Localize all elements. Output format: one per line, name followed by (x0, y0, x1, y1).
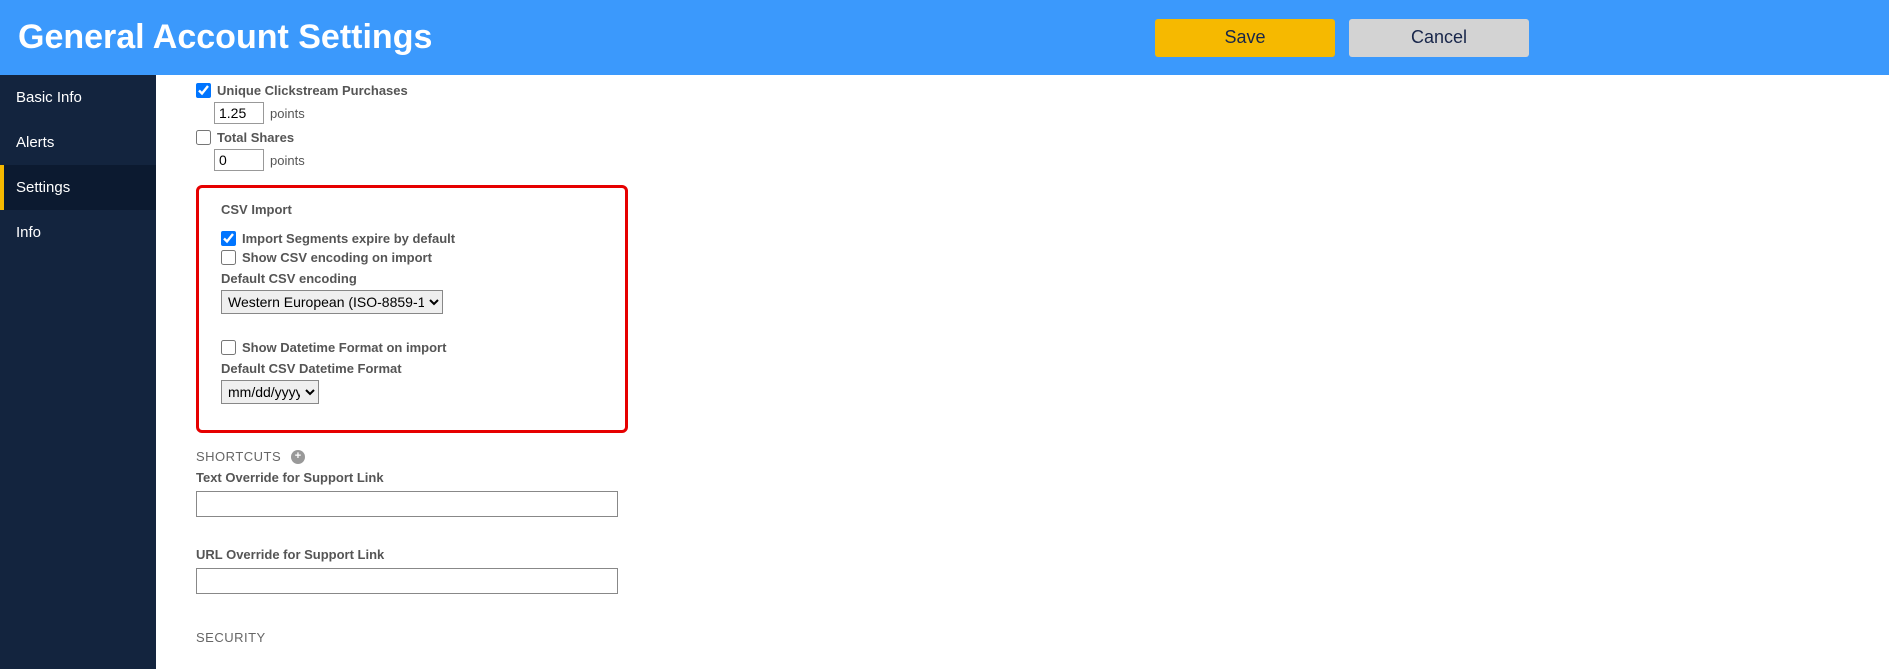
total-shares-points-input[interactable] (214, 149, 264, 171)
show-encoding-checkbox[interactable] (221, 250, 236, 265)
url-override-label: URL Override for Support Link (196, 547, 1889, 562)
show-datetime-checkbox[interactable] (221, 340, 236, 355)
unique-clickstream-points-row: points (214, 102, 1889, 124)
cancel-button[interactable]: Cancel (1349, 19, 1529, 57)
unique-clickstream-points-input[interactable] (214, 102, 264, 124)
show-encoding-label: Show CSV encoding on import (242, 250, 432, 265)
add-shortcut-icon[interactable]: + (291, 450, 305, 464)
total-shares-points-row: points (214, 149, 1889, 171)
total-shares-points-unit: points (270, 153, 305, 168)
show-datetime-label: Show Datetime Format on import (242, 340, 446, 355)
csv-import-panel: CSV Import Import Segments expire by def… (196, 185, 628, 433)
segments-expire-label: Import Segments expire by default (242, 231, 455, 246)
total-shares-label: Total Shares (217, 130, 294, 145)
total-shares-row: Total Shares (196, 130, 1889, 145)
text-override-input[interactable] (196, 491, 618, 517)
total-shares-checkbox[interactable] (196, 130, 211, 145)
body-layout: Basic Info Alerts Settings Info Unique C… (0, 75, 1889, 669)
save-button[interactable]: Save (1155, 19, 1335, 57)
page-header: General Account Settings Save Cancel (0, 0, 1889, 75)
show-datetime-row: Show Datetime Format on import (221, 340, 603, 355)
text-override-label: Text Override for Support Link (196, 470, 1889, 485)
segments-expire-row: Import Segments expire by default (221, 231, 603, 246)
default-encoding-select[interactable]: Western European (ISO-8859-1) (221, 290, 443, 314)
security-title: SECURITY (196, 630, 1889, 645)
unique-clickstream-checkbox[interactable] (196, 83, 211, 98)
sidebar-item-settings[interactable]: Settings (0, 165, 156, 210)
shortcuts-section-header: SHORTCUTS + (196, 449, 1889, 464)
unique-clickstream-label: Unique Clickstream Purchases (217, 83, 408, 98)
default-datetime-select[interactable]: mm/dd/yyyy (221, 380, 319, 404)
segments-expire-checkbox[interactable] (221, 231, 236, 246)
main-content: Unique Clickstream Purchases points Tota… (156, 75, 1889, 669)
sidebar-item-basic-info[interactable]: Basic Info (0, 75, 156, 120)
csv-import-title: CSV Import (221, 202, 603, 217)
sidebar-item-alerts[interactable]: Alerts (0, 120, 156, 165)
default-encoding-label: Default CSV encoding (221, 271, 603, 286)
shortcuts-section: SHORTCUTS + Text Override for Support Li… (196, 449, 1889, 594)
page-title: General Account Settings (18, 18, 432, 57)
default-datetime-label: Default CSV Datetime Format (221, 361, 603, 376)
url-override-input[interactable] (196, 568, 618, 594)
header-actions: Save Cancel (1155, 19, 1529, 57)
sidebar-item-info[interactable]: Info (0, 210, 156, 255)
unique-clickstream-row: Unique Clickstream Purchases (196, 83, 1889, 98)
unique-clickstream-points-unit: points (270, 106, 305, 121)
show-encoding-row: Show CSV encoding on import (221, 250, 603, 265)
sidebar: Basic Info Alerts Settings Info (0, 75, 156, 669)
shortcuts-title: SHORTCUTS (196, 449, 281, 464)
